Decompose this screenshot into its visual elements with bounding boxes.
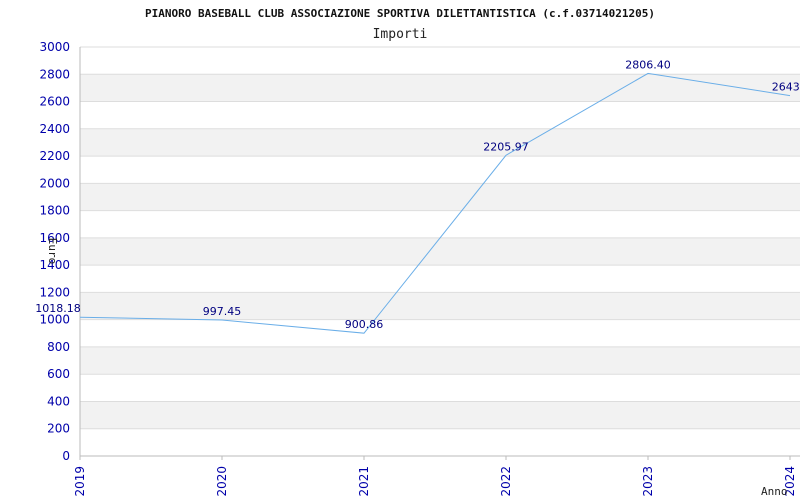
y-axis-title: Euro <box>46 238 59 265</box>
y-tick-label: 800 <box>47 340 70 354</box>
x-axis-title: Anno <box>761 485 788 498</box>
data-label: 1018.18 <box>35 302 81 315</box>
x-tick-label: 2023 <box>641 466 655 497</box>
x-tick-labels: 2019 2020 2021 2022 2023 2024 <box>73 456 797 497</box>
y-tick-label: 200 <box>47 422 70 436</box>
data-label: 997.45 <box>203 305 242 318</box>
grid-band <box>80 346 800 375</box>
y-tick-label: 3000 <box>39 40 70 54</box>
y-tick-label: 2800 <box>39 67 70 81</box>
x-tick-label: 2019 <box>73 466 87 497</box>
grid-band <box>80 401 800 429</box>
grid-bands <box>80 74 800 429</box>
x-tick-label: 2020 <box>215 466 229 497</box>
data-label: 2205.97 <box>483 140 529 153</box>
y-tick-label: 1800 <box>39 204 70 218</box>
data-label: 2643.6 <box>772 81 800 94</box>
chart-title: PIANORO BASEBALL CLUB ASSOCIAZIONE SPORT… <box>145 7 655 20</box>
y-tick-label: 2600 <box>39 95 70 109</box>
x-tick-label: 2021 <box>357 466 371 497</box>
y-tick-label: 0 <box>62 449 70 463</box>
line-chart: 0200400600800100012001400160018002000220… <box>35 7 800 498</box>
y-tick-label: 600 <box>47 367 70 381</box>
y-tick-label: 2400 <box>39 122 70 136</box>
chart-subtitle: Importi <box>373 27 428 42</box>
y-tick-label: 1200 <box>39 285 70 299</box>
grid-band <box>80 237 800 266</box>
grid-band <box>80 292 800 320</box>
x-tick-label: 2022 <box>499 466 513 497</box>
data-label: 900.86 <box>345 318 384 331</box>
data-label: 2806.40 <box>625 58 671 71</box>
y-tick-label: 2200 <box>39 149 70 163</box>
y-tick-label: 2000 <box>39 176 70 190</box>
grid-band <box>80 128 800 157</box>
grid-band <box>80 74 800 102</box>
y-tick-label: 400 <box>47 394 70 408</box>
grid-band <box>80 183 800 211</box>
